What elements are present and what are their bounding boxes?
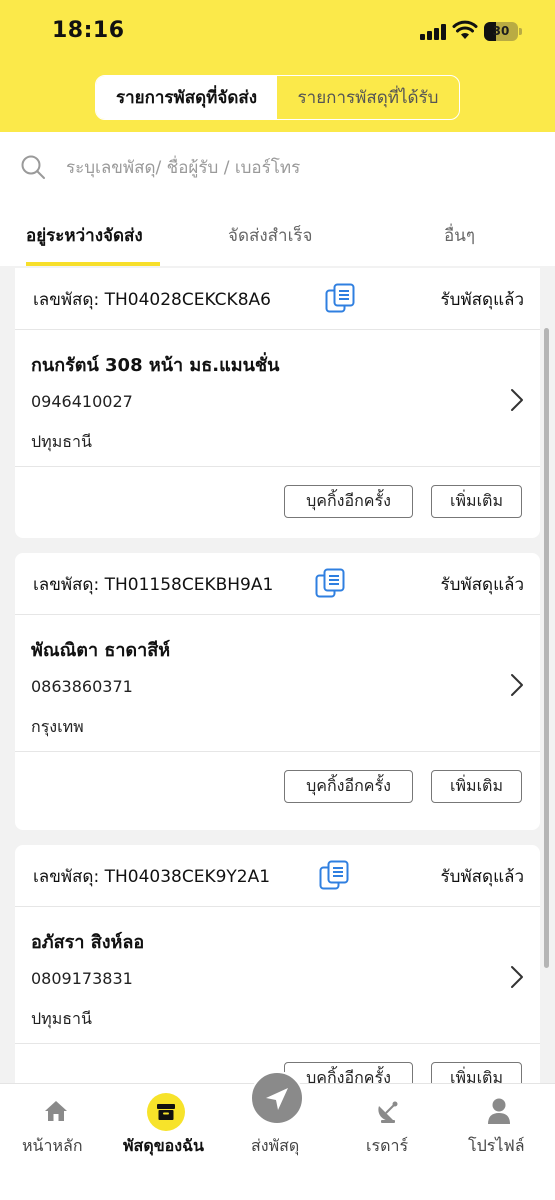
parcel-card-header: เลขพัสดุ: TH01158CEKBH9A1 รับพัสดุแล้ว: [15, 553, 540, 615]
nav-label-send-parcel: ส่งพัสดุ: [251, 1136, 300, 1155]
chevron-right-icon[interactable]: [510, 388, 524, 412]
nav-item-profile[interactable]: โปรไฟล์: [444, 1084, 555, 1200]
recipient-phone: 0863860371: [31, 677, 133, 696]
recipient-name: พัณณิตา ธาดาสีห์: [31, 640, 171, 661]
radar-icon: [378, 1101, 398, 1123]
nav-item-radar[interactable]: เรดาร์: [333, 1084, 444, 1200]
battery-icon: 30: [484, 22, 518, 41]
segment-sent[interactable]: รายการพัสดุที่จัดส่ง: [96, 76, 277, 119]
parcel-status: รับพัสดุแล้ว: [440, 290, 524, 310]
nav-item-send-parcel[interactable]: ส่งพัสดุ: [222, 1071, 333, 1200]
tracking-number: เลขพัสดุ: TH01158CEKBH9A1: [33, 575, 274, 595]
parcel-details[interactable]: อภัสรา สิงห์ลอ 0809173831 ปทุมธานี: [15, 907, 540, 1044]
parcel-card: เลขพัสดุ: TH01158CEKBH9A1 รับพัสดุแล้ว พ…: [15, 553, 540, 830]
copy-icon[interactable]: [324, 282, 356, 314]
chevron-right-icon[interactable]: [510, 673, 524, 697]
chevron-right-icon[interactable]: [510, 965, 524, 989]
parcel-status: รับพัสดุแล้ว: [440, 575, 524, 595]
home-icon: [45, 1101, 67, 1121]
status-bar: 18:16 30: [0, 0, 555, 64]
parcel-card: เลขพัสดุ: TH04028CEKCK8A6 รับพัสดุแล้ว ก…: [15, 268, 540, 538]
parcel-status: รับพัสดุแล้ว: [440, 867, 524, 887]
bottom-nav: หน้าหลัก พัสดุของฉัน ส่งพัสดุ เรดาร์ โปร…: [0, 1071, 555, 1200]
rebook-button[interactable]: บุคกิ้งอีกครั้ง: [284, 770, 413, 803]
search-input[interactable]: [66, 152, 536, 184]
signal-icon: [420, 24, 446, 40]
nav-label-profile: โปรไฟล์: [468, 1136, 525, 1155]
battery-level: 30: [492, 24, 510, 38]
parcel-type-toggle: รายการพัสดุที่จัดส่ง รายการพัสดุที่ได้รั…: [95, 75, 460, 120]
status-time: 18:16: [52, 18, 125, 43]
nav-label-my-parcels: พัสดุของฉัน: [123, 1136, 204, 1155]
nav-label-home: หน้าหลัก: [22, 1136, 83, 1155]
parcel-card-header: เลขพัสดุ: TH04038CEK9Y2A1 รับพัสดุแล้ว: [15, 845, 540, 907]
search-icon: [21, 155, 45, 179]
recipient-province: กรุงเทพ: [31, 717, 84, 736]
status-tabs: อยู่ระหว่างจัดส่ง จัดส่งสำเร็จ อื่นๆ: [0, 204, 555, 266]
recipient-phone: 0809173831: [31, 969, 133, 988]
recipient-name: อภัสรา สิงห์ลอ: [31, 932, 145, 953]
parcel-card-header: เลขพัสดุ: TH04028CEKCK8A6 รับพัสดุแล้ว: [15, 268, 540, 330]
nav-label-radar: เรดาร์: [366, 1136, 409, 1155]
profile-icon: [488, 1098, 510, 1124]
tab-other[interactable]: อื่นๆ: [444, 222, 475, 249]
nav-item-my-parcels[interactable]: พัสดุของฉัน: [111, 1084, 222, 1200]
send-icon: [250, 1071, 304, 1125]
active-tab-indicator: [26, 262, 160, 266]
recipient-phone: 0946410027: [31, 392, 133, 411]
tab-in-transit[interactable]: อยู่ระหว่างจัดส่ง: [26, 222, 143, 249]
copy-icon[interactable]: [314, 567, 346, 599]
parcel-details[interactable]: กนกรัตน์ 308 หน้า มธ.แมนชั่น 0946410027 …: [15, 330, 540, 467]
tab-delivered[interactable]: จัดส่งสำเร็จ: [228, 222, 313, 249]
more-button[interactable]: เพิ่มเติม: [431, 485, 522, 518]
wifi-icon: [452, 20, 478, 39]
tracking-number: เลขพัสดุ: TH04028CEKCK8A6: [33, 290, 271, 310]
box-icon: [147, 1093, 185, 1131]
copy-icon[interactable]: [318, 859, 350, 891]
nav-item-home[interactable]: หน้าหลัก: [0, 1084, 111, 1200]
parcel-details[interactable]: พัณณิตา ธาดาสีห์ 0863860371 กรุงเทพ: [15, 615, 540, 752]
segment-received[interactable]: รายการพัสดุที่ได้รับ: [277, 76, 459, 119]
more-button[interactable]: เพิ่มเติม: [431, 770, 522, 803]
parcel-actions: บุคกิ้งอีกครั้ง เพิ่มเติม: [15, 467, 540, 538]
parcel-actions: บุคกิ้งอีกครั้ง เพิ่มเติม: [15, 752, 540, 830]
app-header: 18:16 30 รายการพัสดุที่จัดส่ง รายการพัสด…: [0, 0, 555, 132]
recipient-province: ปทุมธานี: [31, 1009, 92, 1028]
list-scrollbar[interactable]: [544, 328, 549, 968]
tracking-number: เลขพัสดุ: TH04038CEK9Y2A1: [33, 867, 271, 887]
rebook-button[interactable]: บุคกิ้งอีกครั้ง: [284, 485, 413, 518]
recipient-name: กนกรัตน์ 308 หน้า มธ.แมนชั่น: [31, 355, 280, 376]
search-bar: [0, 132, 555, 204]
battery-nub: [519, 28, 522, 35]
recipient-province: ปทุมธานี: [31, 432, 92, 451]
